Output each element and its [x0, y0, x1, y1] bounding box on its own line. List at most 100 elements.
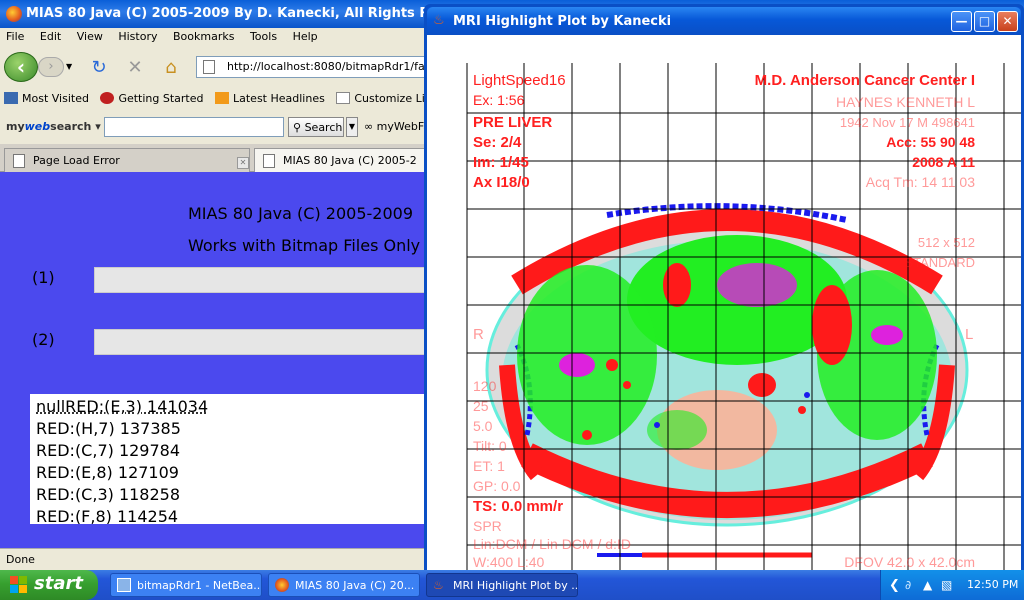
clock[interactable]: 12:50 PM [967, 578, 1018, 591]
mywebfaces-label: myWebFa [376, 120, 430, 133]
websearch-toolbar: mywebsearch ▾ ⚲ Search ▼ ∞ myWebFa [0, 112, 430, 140]
list-item: RED:(C,7) 129784 [36, 441, 181, 460]
start-label: start [34, 573, 83, 594]
address-text: http://localhost:8080/bitmapRdr1/faces/ [227, 60, 436, 73]
overlay-right-1: HAYNES KENNETH L [836, 94, 975, 110]
overlay-left-4: Im: 1/45 [473, 154, 529, 171]
task-label: MIAS 80 Java (C) 20... [295, 579, 415, 592]
page-heading: MIAS 80 Java (C) 2005-2009 [188, 204, 413, 223]
navigation-toolbar: ‹ › ▼ ↻ ✕ ⌂ http://localhost:8080/bitmap… [0, 48, 436, 86]
mri-highlight-plot: LightSpeed16 Ex: 1:56 PRE LIVER Se: 2/4 … [466, 63, 1021, 570]
network-signal-icon[interactable]: ▲ [923, 578, 937, 592]
overlay-dfov: DFOV 42.0 x 42.0cm [844, 554, 975, 570]
back-button[interactable]: ‹ [4, 52, 38, 82]
bookmark-getting-started[interactable]: Getting Started [96, 88, 207, 105]
menu-edit[interactable]: Edit [34, 28, 67, 43]
list-item: RED:(H,7) 137385 [36, 419, 181, 438]
minimize-button[interactable]: — [951, 11, 972, 32]
menu-help[interactable]: Help [287, 28, 324, 43]
mri-title-bar[interactable]: ♨ MRI Highlight Plot by Kanecki — □ ✕ [427, 7, 1021, 35]
windows-logo-icon [10, 576, 27, 593]
address-bar[interactable]: http://localhost:8080/bitmapRdr1/faces/ [196, 56, 436, 78]
overlay-bottom-1: 25 [473, 398, 489, 414]
start-button[interactable]: start [0, 570, 98, 600]
forward-button[interactable]: › [38, 57, 64, 77]
row2-label: (2) [32, 330, 55, 349]
bookmark-label: Customize Links [354, 92, 430, 105]
back-arrow-icon[interactable]: ❮ [889, 578, 903, 593]
netbeans-icon [117, 578, 131, 592]
overlay-bottom-6: TS: 0.0 mm/r [473, 498, 563, 515]
mywebfaces-link[interactable]: ∞ myWebFa [364, 120, 430, 133]
file-input-2[interactable] [94, 329, 430, 355]
page-icon [336, 92, 351, 104]
mri-plot-canvas[interactable]: LightSpeed16 Ex: 1:56 PRE LIVER Se: 2/4 … [427, 35, 1021, 570]
page-subheading: Works with Bitmap Files Only [188, 236, 421, 255]
bookmark-latest-headlines[interactable]: Latest Headlines [211, 88, 329, 105]
firefox-icon [275, 578, 289, 592]
logo-part: my [6, 120, 25, 133]
java-icon: ♨ [433, 13, 445, 28]
list-item: RED:(F,8) 114254 [36, 507, 179, 524]
taskbar: start bitmapRdr1 - NetBea... MIAS 80 Jav… [0, 570, 1024, 600]
bookmark-label: Getting Started [118, 92, 204, 105]
bookmark-customize-links[interactable]: Customize Links [332, 88, 430, 105]
close-button[interactable]: ✕ [997, 11, 1018, 32]
tab-label: Page Load Error [33, 154, 120, 167]
list-item: RED:(E,8) 127109 [36, 463, 179, 482]
reload-icon[interactable]: ↻ [88, 57, 110, 79]
page-content: MIAS 80 Java (C) 2005-2009 Works with Bi… [0, 172, 430, 548]
orientation-left: R [473, 326, 484, 343]
task-firefox[interactable]: MIAS 80 Java (C) 20... [268, 573, 420, 597]
overlay-bottom-8: Lin:DCM / Lin DCM / d:ID [473, 536, 631, 552]
orientation-right: L [965, 326, 973, 343]
bookmark-icon [100, 92, 115, 104]
overlay-right-4: 2008 A 11 [912, 154, 975, 170]
task-mri-plot[interactable]: ♨ MRI Highlight Plot by ... [426, 573, 578, 597]
maximize-button[interactable]: □ [974, 11, 995, 32]
websearch-dropdown[interactable]: ▼ [346, 117, 358, 137]
results-list[interactable]: nullRED:(E,3) 141034 RED:(H,7) 137385 RE… [30, 394, 430, 524]
file-input-1[interactable] [94, 267, 430, 293]
overlay-left-2: PRE LIVER [473, 114, 552, 131]
tab-page-load-error[interactable]: Page Load Error ✕ [4, 148, 250, 172]
tab-mias80[interactable]: MIAS 80 Java (C) 2005-2 [254, 148, 430, 172]
menu-file[interactable]: File [0, 28, 30, 43]
overlay-left-3: Se: 2/4 [473, 134, 522, 151]
overlay-bottom-4: ET: 1 [473, 458, 505, 474]
overlay-left-5: Ax I18/0 [473, 174, 530, 191]
home-icon[interactable]: ⌂ [160, 57, 182, 79]
bluetooth-icon[interactable]: ∂ [905, 578, 919, 592]
page-icon [203, 60, 215, 74]
bookmark-label: Latest Headlines [233, 92, 325, 105]
menu-tools[interactable]: Tools [244, 28, 283, 43]
stop-icon[interactable]: ✕ [124, 57, 146, 79]
bookmark-most-visited[interactable]: Most Visited [0, 88, 93, 105]
close-icon[interactable]: ✕ [237, 157, 249, 169]
websearch-input[interactable] [104, 117, 284, 137]
page-icon [13, 154, 25, 168]
tab-strip: Page Load Error ✕ MIAS 80 Java (C) 2005-… [0, 144, 430, 172]
search-button-label: Search [304, 121, 343, 134]
task-netbeans[interactable]: bitmapRdr1 - NetBea... [110, 573, 262, 597]
task-label: bitmapRdr1 - NetBea... [137, 579, 262, 592]
mywebsearch-logo[interactable]: mywebsearch ▾ [6, 120, 101, 133]
overlay-right-2: 1942 Nov 17 M 498641 [840, 115, 975, 130]
page-icon [263, 154, 275, 168]
bookmark-icon [4, 92, 18, 104]
menu-history[interactable]: History [112, 28, 163, 43]
rss-icon [215, 92, 229, 104]
overlay-bottom-2: 5.0 [473, 418, 493, 434]
menu-bar: File Edit View History Bookmarks Tools H… [0, 28, 430, 46]
menu-bookmarks[interactable]: Bookmarks [167, 28, 240, 43]
history-dropdown-icon[interactable]: ▼ [66, 62, 72, 71]
row1-label: (1) [32, 268, 55, 287]
battery-icon[interactable]: ▧ [941, 578, 955, 592]
system-tray: ❮ ∂ ▲ ▧ 12:50 PM [880, 570, 1024, 600]
overlay-left-1: Ex: 1:56 [473, 92, 525, 108]
status-text: Done [6, 553, 35, 566]
link-icon: ∞ [364, 120, 374, 133]
websearch-button[interactable]: ⚲ Search [288, 117, 344, 137]
overlay-bottom-0: 120 [473, 378, 497, 394]
menu-view[interactable]: View [71, 28, 109, 43]
